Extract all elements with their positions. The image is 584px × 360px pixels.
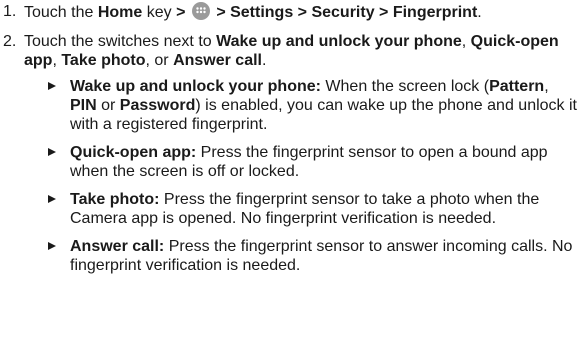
bullet-bold: PIN [70,97,97,114]
step-text: , or [145,52,174,69]
bullet-bold: Pattern [489,78,545,95]
step-number: 2. [3,33,17,50]
home-key-label: Home [97,4,143,21]
step-2: 2. Touch the switches next to Wake up an… [0,32,578,275]
apps-grid-icon [191,2,210,20]
list-item: Quick-open app: Press the fingerprint se… [48,143,578,181]
instructions: 1. Touch the Home key > > Settings > Sec… [0,2,584,291]
step-text: Touch the [24,4,98,21]
step-text: , [461,33,471,50]
step-text: Touch the switches next to [24,33,217,50]
step-1: 1. Touch the Home key > > Settings > Sec… [0,2,578,22]
option-wake-unlock: Wake up and unlock your phone [216,33,462,50]
bullet-text: , [544,78,549,95]
option-answer-call: Answer call [173,52,262,69]
bullet-term: Wake up and unlock your phone: [70,78,321,95]
list-item: Take photo: Press the fingerprint sensor… [48,190,578,228]
list-item: Answer call: Press the fingerprint senso… [48,237,578,275]
settings-path: > Settings > Security > Fingerprint [211,4,478,21]
bullet-term: Take photo: [70,191,160,208]
step-text: . [477,4,482,21]
bullet-triangle-icon [48,242,56,250]
bullet-triangle-icon [48,82,56,90]
bullet-text: or [96,97,120,114]
step-text: key [142,4,177,21]
bullet-term: Quick-open app: [70,144,197,161]
feature-list: Wake up and unlock your phone: When the … [48,77,578,275]
step-number: 1. [3,3,17,20]
path-separator: > [176,4,186,21]
bullet-triangle-icon [48,148,56,156]
step-text: . [262,52,267,69]
list-item: Wake up and unlock your phone: When the … [48,77,578,134]
bullet-triangle-icon [48,195,56,203]
step-text: , [52,52,62,69]
bullet-bold: Password [119,97,196,114]
bullet-text: When the screen lock ( [320,78,490,95]
bullet-term: Answer call: [70,238,165,255]
option-take-photo: Take photo [61,52,146,69]
